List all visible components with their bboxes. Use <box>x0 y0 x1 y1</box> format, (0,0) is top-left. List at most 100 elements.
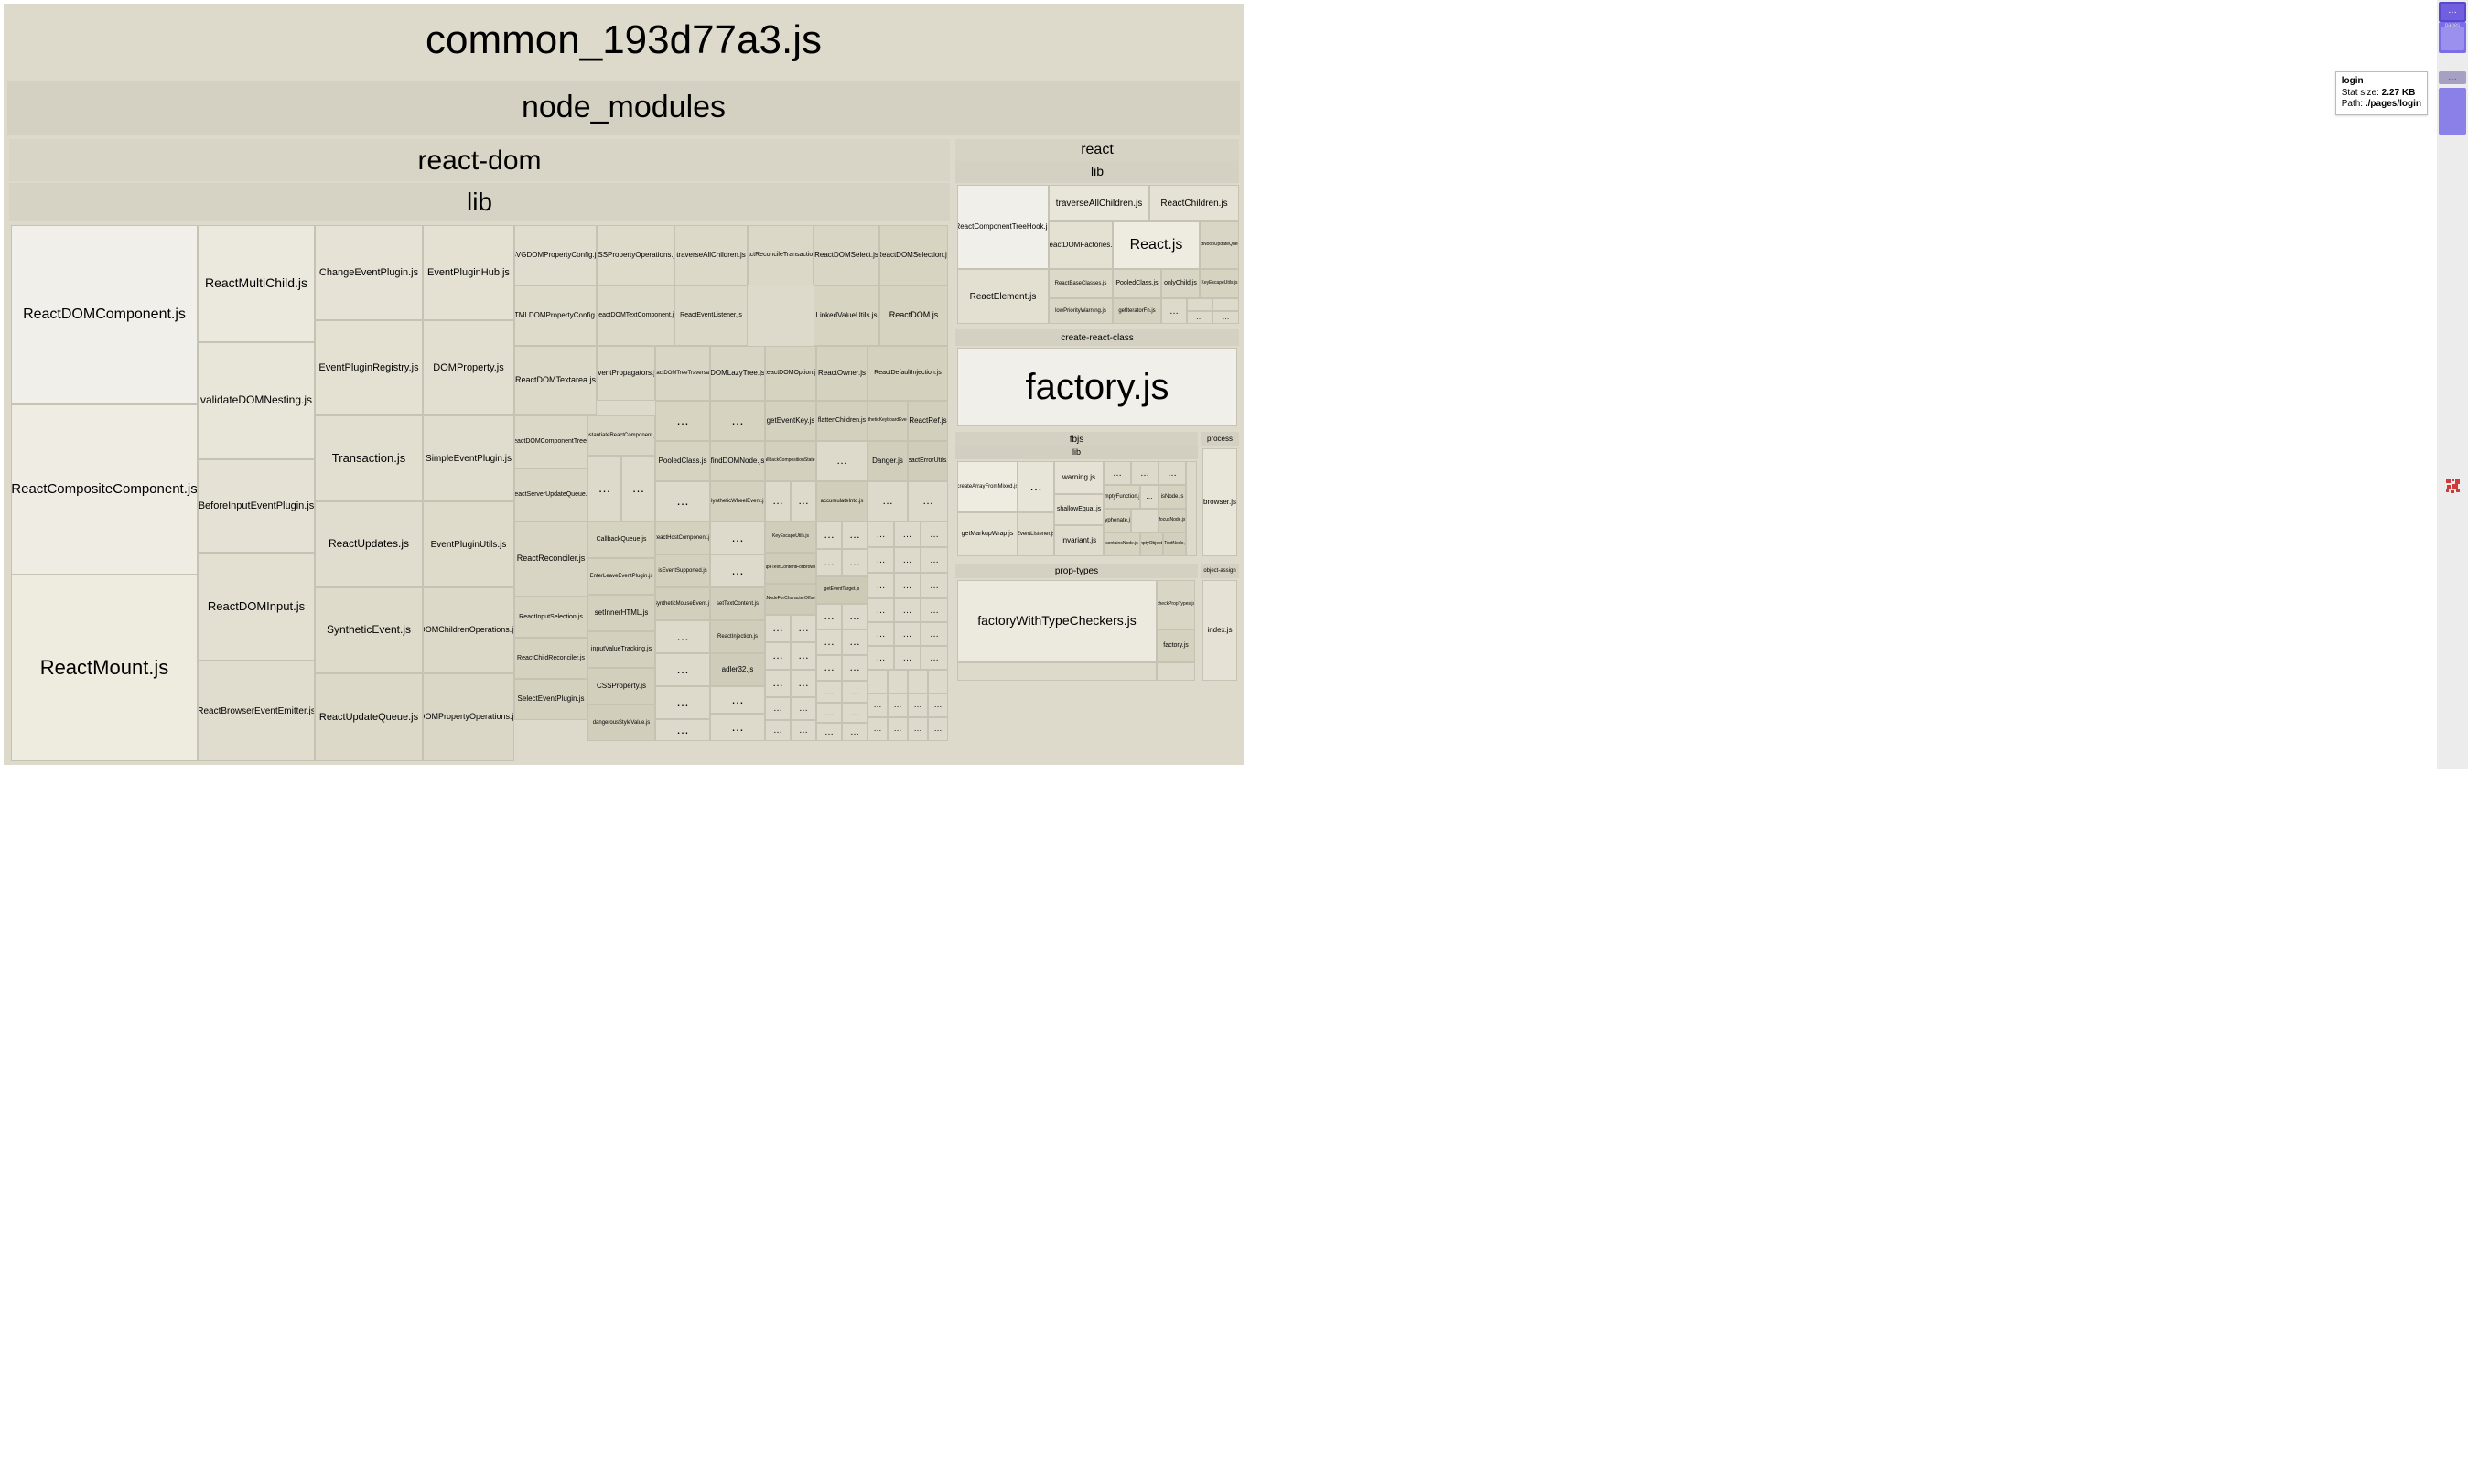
file-cell[interactable]: … <box>765 642 791 670</box>
file-cell[interactable]: React.js <box>1113 221 1200 269</box>
file-cell[interactable]: SyntheticWheelEvent.js <box>710 481 765 522</box>
file-cell[interactable]: … <box>888 694 908 717</box>
file-cell[interactable]: … <box>868 598 894 622</box>
file-cell[interactable]: … <box>655 481 710 522</box>
file-cell[interactable]: … <box>921 646 948 670</box>
file-cell[interactable]: … <box>655 719 710 741</box>
file-cell[interactable]: … <box>1131 509 1159 532</box>
file-cell[interactable]: SyntheticKeyboardEvent.js <box>868 401 908 441</box>
file-cell[interactable]: … <box>710 686 765 714</box>
file-cell[interactable]: … <box>1104 461 1131 485</box>
file-cell[interactable]: … <box>655 686 710 719</box>
file-cell[interactable]: setInnerHTML.js <box>587 595 655 631</box>
file-cell[interactable]: ReactServerUpdateQueue.js <box>514 468 587 522</box>
file-cell[interactable]: instantiateReactComponent.js <box>587 415 655 456</box>
file-cell[interactable]: … <box>710 714 765 741</box>
file-cell[interactable]: … <box>816 655 842 681</box>
file-cell[interactable]: … <box>1131 461 1159 485</box>
file-cell[interactable]: … <box>842 723 868 741</box>
file-cell[interactable]: inputValueTracking.js <box>587 631 655 668</box>
file-cell[interactable] <box>1186 461 1197 556</box>
minimap-chunk-main[interactable]: … <box>2439 2 2466 22</box>
file-cell[interactable]: ReactHostComponent.js <box>655 522 710 554</box>
file-cell[interactable]: isTextNode.js <box>1163 532 1186 556</box>
file-cell[interactable]: dangerousStyleValue.js <box>587 704 655 741</box>
file-cell[interactable]: LinkedValueUtils.js <box>814 285 879 346</box>
file-cell[interactable]: ReactBrowserEventEmitter.js <box>198 661 315 761</box>
file-cell[interactable]: ReactComponentTreeHook.js <box>957 185 1049 269</box>
file-cell[interactable]: getNodeForCharacterOffset.js <box>765 584 816 615</box>
file-cell[interactable]: … <box>921 547 948 573</box>
file-cell[interactable]: SyntheticMouseEvent.js <box>655 587 710 620</box>
file-cell[interactable]: isEventSupported.js <box>655 554 710 587</box>
file-cell[interactable]: … <box>921 622 948 646</box>
file-cell[interactable]: SVGDOMPropertyConfig.js <box>514 225 597 285</box>
file-cell[interactable]: … <box>842 549 868 576</box>
file-cell[interactable]: ReactDefaultInjection.js <box>868 346 948 401</box>
node-modules-label[interactable]: node_modules <box>7 81 1240 135</box>
file-cell[interactable]: Transaction.js <box>315 415 423 501</box>
react-dom-label[interactable]: react-dom <box>9 139 950 181</box>
file-cell[interactable]: ReactDOMComponent.js <box>11 225 198 404</box>
file-cell[interactable]: … <box>908 670 928 694</box>
file-cell[interactable]: … <box>1187 298 1212 311</box>
file-cell[interactable]: ReactCompositeComponent.js <box>11 404 198 575</box>
file-cell[interactable]: createArrayFromMixed.js <box>957 461 1018 512</box>
file-cell[interactable]: ReactDOMComponentTree.js <box>514 415 587 468</box>
file-cell[interactable]: DOMLazyTree.js <box>710 346 765 401</box>
file-cell[interactable]: … <box>868 670 888 694</box>
file-cell[interactable]: SelectEventPlugin.js <box>514 679 587 720</box>
file-cell[interactable]: … <box>655 653 710 686</box>
file-cell[interactable]: ReactDOMTextarea.js <box>514 346 597 415</box>
file-cell[interactable]: … <box>816 604 842 629</box>
file-cell[interactable]: … <box>765 481 791 522</box>
file-cell[interactable]: traverseAllChildren.js <box>674 225 748 285</box>
file-cell[interactable]: warning.js <box>1054 461 1104 494</box>
file-cell[interactable]: HTMLDOMPropertyConfig.js <box>514 285 597 346</box>
file-cell[interactable]: invariant.js <box>1054 525 1104 556</box>
file-cell[interactable]: … <box>894 522 921 547</box>
file-cell[interactable]: … <box>765 615 791 642</box>
file-cell[interactable]: ReactInputSelection.js <box>514 597 587 638</box>
file-cell[interactable]: … <box>868 717 888 741</box>
file-cell[interactable]: factory.js <box>1157 629 1195 662</box>
react-dom-lib-label[interactable]: lib <box>9 183 950 221</box>
file-cell[interactable]: KeyEscapeUtils.js <box>765 522 816 553</box>
file-cell[interactable]: ReactElement.js <box>957 269 1049 324</box>
file-cell[interactable]: DOMProperty.js <box>423 320 514 415</box>
file-cell[interactable]: … <box>791 720 816 741</box>
file-cell[interactable]: … <box>791 642 816 670</box>
file-cell[interactable] <box>957 662 1157 681</box>
file-cell[interactable]: ReactDOMSelect.js <box>814 225 879 285</box>
file-cell[interactable]: accumulateInto.js <box>816 481 868 522</box>
file-cell[interactable]: … <box>816 723 842 741</box>
file-cell[interactable]: flattenChildren.js <box>816 401 868 441</box>
file-cell[interactable]: … <box>908 694 928 717</box>
file-cell[interactable]: ReactDOMFactories.js <box>1049 221 1113 269</box>
file-cell[interactable]: … <box>1161 298 1187 324</box>
file-cell[interactable]: focusNode.js <box>1159 509 1186 532</box>
file-cell[interactable]: … <box>894 547 921 573</box>
file-cell[interactable]: PooledClass.js <box>1113 269 1161 298</box>
file-cell[interactable]: getEventKey.js <box>765 401 816 441</box>
file-cell[interactable]: … <box>710 401 765 441</box>
file-cell[interactable]: emptyFunction.js <box>1104 485 1140 509</box>
chunk-title[interactable]: common_193d77a3.js <box>4 4 1244 77</box>
file-cell[interactable]: … <box>868 646 894 670</box>
file-cell[interactable]: EnterLeaveEventPlugin.js <box>587 558 655 595</box>
file-cell[interactable]: … <box>842 604 868 629</box>
file-cell[interactable]: onlyChild.js <box>1161 269 1200 298</box>
file-cell[interactable]: … <box>894 573 921 598</box>
file-cell[interactable]: … <box>816 703 842 723</box>
file-cell[interactable]: ReactMultiChild.js <box>198 225 315 342</box>
file-cell[interactable]: … <box>908 481 948 522</box>
file-cell[interactable]: … <box>791 615 816 642</box>
file-cell[interactable]: … <box>921 598 948 622</box>
file-cell[interactable]: CSSProperty.js <box>587 668 655 704</box>
file-cell[interactable]: ReactInjection.js <box>710 620 765 653</box>
file-cell[interactable]: ReactReconcileTransaction.js <box>748 225 814 285</box>
file-cell[interactable]: EventPluginHub.js <box>423 225 514 320</box>
file-cell[interactable] <box>1157 662 1195 681</box>
file-cell[interactable]: … <box>1140 485 1159 509</box>
file-cell[interactable]: … <box>710 522 765 554</box>
